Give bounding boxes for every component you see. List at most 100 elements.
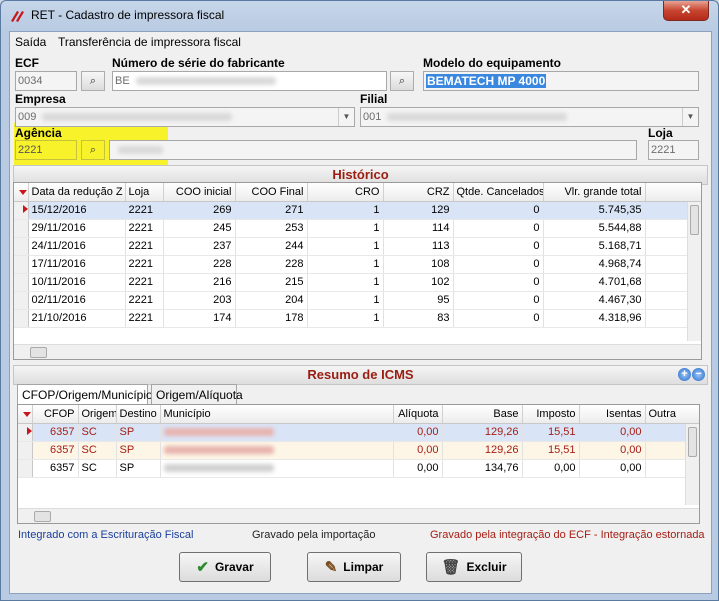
limpar-button[interactable]: ✎ Limpar [307, 552, 401, 582]
col-cro[interactable]: CRO [307, 183, 384, 202]
cell-loja: 2221 [125, 273, 164, 292]
tab-cfop-origem-municipio[interactable]: CFOP/Origem/Município [17, 384, 153, 405]
window-title: RET - Cadastro de impressora fiscal [31, 8, 225, 22]
filial-combo[interactable]: 001 ▼ [360, 107, 699, 127]
historico-hscroll[interactable] [14, 344, 701, 359]
chevron-down-icon[interactable]: ▼ [338, 108, 354, 126]
row-indicator[interactable] [14, 291, 29, 310]
icms-row[interactable]: 6357SCSP0,00129,2615,510,000,0 [18, 441, 699, 460]
historico-grid[interactable]: Data da redução Z Loja COO inicial COO F… [13, 182, 702, 360]
menu-transferencia[interactable]: Transferência de impressora fiscal [58, 35, 241, 49]
sort-indicator[interactable] [18, 405, 33, 424]
icms-vscroll[interactable] [685, 424, 699, 505]
sort-down-icon [23, 411, 31, 417]
model-label: Modelo do equipamento [423, 56, 561, 70]
col-qtde-cancelados[interactable]: Qtde. Cancelados [453, 183, 544, 202]
col-destino[interactable]: Destino [116, 405, 161, 424]
col-coo-final[interactable]: COO Final [235, 183, 308, 202]
serial-field[interactable]: BE [112, 71, 387, 91]
menu-saida[interactable]: Saída [15, 35, 46, 49]
cell-cfop: 6357 [32, 459, 79, 478]
col-crz[interactable]: CRZ [383, 183, 454, 202]
historico-row[interactable]: 10/11/2016 2221 216 215 1 102 0 4.701,68 [14, 273, 701, 292]
row-indicator[interactable] [18, 441, 33, 460]
col-base[interactable]: Base [442, 405, 523, 424]
row-indicator[interactable] [14, 255, 29, 274]
cell-destino: SP [116, 441, 161, 460]
ecf-field[interactable]: 0034 [15, 71, 77, 91]
model-field[interactable]: BEMATECH MP 4000 [423, 71, 699, 91]
historico-row[interactable]: 29/11/2016 2221 245 253 1 114 0 5.544,88 [14, 219, 701, 238]
col-isentas[interactable]: Isentas [579, 405, 646, 424]
scroll-thumb[interactable] [30, 347, 47, 358]
cell-isentas: 0,00 [579, 459, 646, 478]
icms-hscroll[interactable] [18, 508, 699, 523]
icms-row[interactable]: 6357SCSP0,00134,760,000,000,0 [18, 459, 699, 478]
cell-isentas: 0,00 [579, 441, 646, 460]
row-indicator[interactable] [14, 273, 29, 292]
cell-coo-final: 215 [235, 273, 308, 292]
chevron-down-icon[interactable]: ▼ [682, 108, 698, 126]
serial-search-button[interactable]: ⌕ [390, 71, 414, 91]
cell-cro: 1 [307, 273, 384, 292]
cell-data: 21/10/2016 [28, 309, 126, 328]
col-imposto[interactable]: Imposto [522, 405, 580, 424]
sort-indicator[interactable] [14, 183, 29, 202]
historico-row[interactable]: 15/12/2016 2221 269 271 1 129 0 5.745,35 [14, 201, 701, 220]
binoculars-icon: ⌕ [89, 75, 97, 87]
legend-estornada: Gravado pela integração do ECF - Integra… [430, 529, 705, 541]
scroll-thumb[interactable] [34, 511, 51, 522]
binoculars-icon: ⌕ [89, 144, 97, 156]
close-button[interactable]: ✕ [663, 1, 709, 21]
col-data-reducao[interactable]: Data da redução Z [28, 183, 126, 202]
scroll-thumb[interactable] [690, 205, 699, 235]
col-v[interactable]: V [645, 183, 701, 202]
zoom-out-icon[interactable]: − [692, 368, 705, 381]
col-loja[interactable]: Loja [125, 183, 164, 202]
historico-row[interactable]: 21/10/2016 2221 174 178 1 83 0 4.318,96 [14, 309, 701, 328]
redacted-text [135, 77, 276, 86]
scroll-thumb[interactable] [688, 427, 697, 457]
row-indicator[interactable] [14, 219, 29, 238]
cell-destino: SP [116, 423, 161, 442]
col-outras[interactable]: Outra [645, 405, 699, 424]
cell-loja: 2221 [125, 255, 164, 274]
historico-row[interactable]: 24/11/2016 2221 237 244 1 113 0 5.168,71 [14, 237, 701, 256]
empresa-combo[interactable]: 009 ▼ [15, 107, 355, 127]
agencia-field[interactable]: 2221 [15, 140, 77, 160]
cell-coo-inicial: 203 [163, 291, 236, 310]
col-vlr-grande-total[interactable]: Vlr. grande total [543, 183, 646, 202]
historico-row[interactable]: 17/11/2016 2221 228 228 1 108 0 4.968,74 [14, 255, 701, 274]
row-indicator[interactable] [14, 201, 29, 220]
agencia-search-button[interactable]: ⌕ [81, 140, 105, 160]
historico-vscroll[interactable] [687, 202, 701, 341]
cell-crz: 102 [383, 273, 454, 292]
redacted-text [163, 446, 274, 455]
historico-row[interactable]: 02/11/2016 2221 203 204 1 95 0 4.467,30 [14, 291, 701, 310]
col-aliquota[interactable]: Alíquota [393, 405, 443, 424]
cell-qtde-cancelados: 0 [453, 273, 544, 292]
cell-crz: 113 [383, 237, 454, 256]
gravar-button[interactable]: ✔ Gravar [179, 552, 271, 582]
col-municipio[interactable]: Município [160, 405, 394, 424]
row-indicator[interactable] [14, 309, 29, 328]
main-window: RET - Cadastro de impressora fiscal ✕ Sa… [0, 0, 719, 601]
cell-loja: 2221 [125, 219, 164, 238]
icms-grid[interactable]: CFOP Origem Destino Município Alíquota B… [17, 404, 700, 524]
ecf-search-button[interactable]: ⌕ [81, 71, 105, 91]
cell-coo-final: 244 [235, 237, 308, 256]
icms-row[interactable]: 6357SCSP0,00129,2615,510,000,0 [18, 423, 699, 442]
zoom-in-icon[interactable]: + [678, 368, 691, 381]
historico-header-row: Data da redução Z Loja COO inicial COO F… [14, 183, 701, 202]
col-origem[interactable]: Origem [78, 405, 117, 424]
col-cfop[interactable]: CFOP [32, 405, 79, 424]
row-indicator[interactable] [14, 237, 29, 256]
excluir-button[interactable]: 🗑 Excluir [426, 552, 522, 582]
col-coo-inicial[interactable]: COO inicial [163, 183, 236, 202]
title-bar[interactable]: RET - Cadastro de impressora fiscal ✕ [1, 1, 718, 31]
cell-coo-inicial: 237 [163, 237, 236, 256]
row-indicator[interactable] [18, 423, 33, 442]
tab-origem-aliquota[interactable]: Origem/Alíquota [151, 384, 243, 404]
cell-aliquota: 0,00 [393, 459, 443, 478]
row-indicator[interactable] [18, 459, 33, 478]
